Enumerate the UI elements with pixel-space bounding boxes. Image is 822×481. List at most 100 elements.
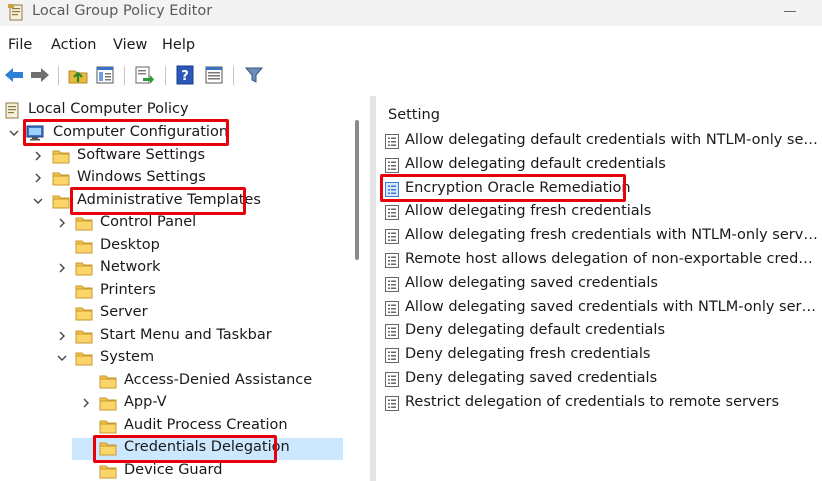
tree-item[interactable]: Windows Settings <box>0 168 346 190</box>
folder-icon <box>52 193 70 209</box>
chevron-down-icon[interactable] <box>32 195 44 207</box>
tree-item[interactable]: Control Panel <box>0 213 346 235</box>
setting-column-header[interactable]: Setting <box>388 107 440 123</box>
tree-item-label: Control Panel <box>100 214 197 230</box>
setting-row[interactable]: Allow delegating fresh credentials <box>384 202 822 224</box>
setting-row[interactable]: Allow delegating default credentials wit… <box>384 131 822 153</box>
folder-icon <box>75 260 93 276</box>
back-arrow-icon[interactable] <box>3 64 25 86</box>
settings-pane: Setting Allow delegating default credent… <box>376 96 822 481</box>
setting-row[interactable]: Deny delegating saved credentials <box>384 369 822 391</box>
setting-row[interactable]: Remote host allows delegation of non-exp… <box>384 250 822 272</box>
tree-item-label: Network <box>100 259 161 275</box>
setting-label: Restrict delegation of credentials to re… <box>405 393 780 410</box>
chevron-down-icon[interactable] <box>56 352 68 364</box>
setting-label: Allow delegating fresh credentials <box>405 203 652 220</box>
folder-icon <box>99 395 117 411</box>
setting-row[interactable]: Deny delegating fresh credentials <box>384 345 822 367</box>
chevron-right-icon[interactable] <box>56 217 68 229</box>
toolbar-separator <box>165 66 166 85</box>
folder-open-icon <box>99 440 117 456</box>
tree-item-label: Access-Denied Assistance <box>124 372 313 388</box>
computer-icon <box>26 125 44 141</box>
folder-icon <box>75 215 93 231</box>
chevron-right-icon[interactable] <box>56 330 68 342</box>
svg-text:?: ? <box>181 69 189 84</box>
policy-setting-icon <box>384 157 400 174</box>
chevron-right-icon[interactable] <box>32 172 44 184</box>
folder-icon <box>99 373 117 389</box>
tree-item-label: Device Guard <box>124 462 223 478</box>
tree-item-label: Desktop <box>100 237 160 253</box>
tree-item[interactable]: App-V <box>0 393 346 415</box>
setting-row[interactable]: Allow delegating fresh credentials with … <box>384 226 822 248</box>
chevron-right-icon[interactable] <box>56 262 68 274</box>
setting-label: Allow delegating saved credentials with … <box>405 298 818 315</box>
setting-row[interactable]: Encryption Oracle Remediation <box>384 179 822 201</box>
tree-item[interactable]: Network <box>0 258 346 280</box>
setting-label: Deny delegating default credentials <box>405 322 666 339</box>
setting-row[interactable]: Allow delegating saved credentials with … <box>384 298 822 320</box>
policy-setting-icon <box>384 395 400 412</box>
tree-item[interactable]: Printers <box>0 281 346 303</box>
gpedit-app-icon <box>8 4 24 21</box>
setting-label: Allow delegating saved credentials <box>405 274 658 291</box>
tree-pane: Local Computer Policy Computer Configurat… <box>0 96 366 481</box>
tree-item-label: Windows Settings <box>77 169 206 185</box>
policy-setting-icon <box>384 252 400 269</box>
tree-item[interactable]: Start Menu and Taskbar <box>0 326 346 348</box>
folder-icon <box>99 463 117 479</box>
tree-item[interactable]: Computer Configuration <box>0 123 346 145</box>
setting-label: Allow delegating default credentials <box>405 155 666 172</box>
properties-view-icon[interactable] <box>203 64 225 86</box>
tree-item[interactable]: Credentials Delegation <box>0 438 346 460</box>
tree-item[interactable]: Software Settings <box>0 146 346 168</box>
show-hide-tree-icon[interactable] <box>94 64 116 86</box>
setting-row[interactable]: Restrict delegation of credentials to re… <box>384 393 822 415</box>
forward-arrow-icon[interactable] <box>29 64 51 86</box>
tree-item-label: Computer Configuration <box>53 124 229 140</box>
filter-icon[interactable] <box>243 64 265 86</box>
folder-icon <box>52 148 70 164</box>
menu-view[interactable]: View <box>113 37 147 53</box>
setting-label: Deny delegating saved credentials <box>405 370 658 386</box>
policy-setting-icon <box>384 347 400 364</box>
tree-item[interactable]: Local Computer Policy <box>0 100 346 122</box>
tree-item[interactable]: Audit Process Creation <box>0 416 346 438</box>
tree-item-label: Credentials Delegation <box>124 439 290 455</box>
menu-bar: File Action View Help <box>0 34 822 58</box>
title-bar: Local Group Policy Editor <box>0 0 822 26</box>
help-icon[interactable]: ? <box>174 64 196 86</box>
policy-setting-icon <box>384 323 400 340</box>
chevron-right-icon[interactable] <box>80 397 92 409</box>
tree-item[interactable]: Administrative Templates <box>0 191 346 213</box>
tree-item[interactable]: Device Guard <box>0 461 346 481</box>
folder-icon <box>75 350 93 366</box>
up-folder-icon[interactable] <box>67 64 89 86</box>
setting-row[interactable]: Deny delegating default credentials <box>384 321 822 343</box>
policy-setting-icon <box>384 133 400 150</box>
tree-item-label: Local Computer Policy <box>28 101 189 117</box>
menu-action[interactable]: Action <box>51 37 96 53</box>
toolbar: ? <box>0 62 822 90</box>
setting-label: Encryption Oracle Remediation <box>405 179 631 196</box>
toolbar-separator <box>124 66 125 85</box>
policy-doc-icon <box>4 102 22 119</box>
tree-item-label: System <box>100 349 155 365</box>
minimize-icon[interactable] <box>784 11 796 12</box>
tree-item[interactable]: System <box>0 348 346 370</box>
menu-file[interactable]: File <box>8 37 32 53</box>
tree-item-label: Printers <box>100 282 156 298</box>
tree-item-label: Server <box>100 304 148 320</box>
folder-icon <box>52 170 70 186</box>
setting-row[interactable]: Allow delegating default credentials <box>384 155 822 177</box>
tree-item[interactable]: Access-Denied Assistance <box>0 371 346 393</box>
chevron-down-icon[interactable] <box>8 127 20 139</box>
tree-item[interactable]: Server <box>0 303 346 325</box>
chevron-right-icon[interactable] <box>32 150 44 162</box>
export-list-icon[interactable] <box>133 64 155 86</box>
tree-item[interactable]: Desktop <box>0 236 346 258</box>
tree-scrollbar-thumb[interactable] <box>355 120 359 260</box>
setting-row[interactable]: Allow delegating saved credentials <box>384 274 822 296</box>
menu-help[interactable]: Help <box>162 37 195 53</box>
